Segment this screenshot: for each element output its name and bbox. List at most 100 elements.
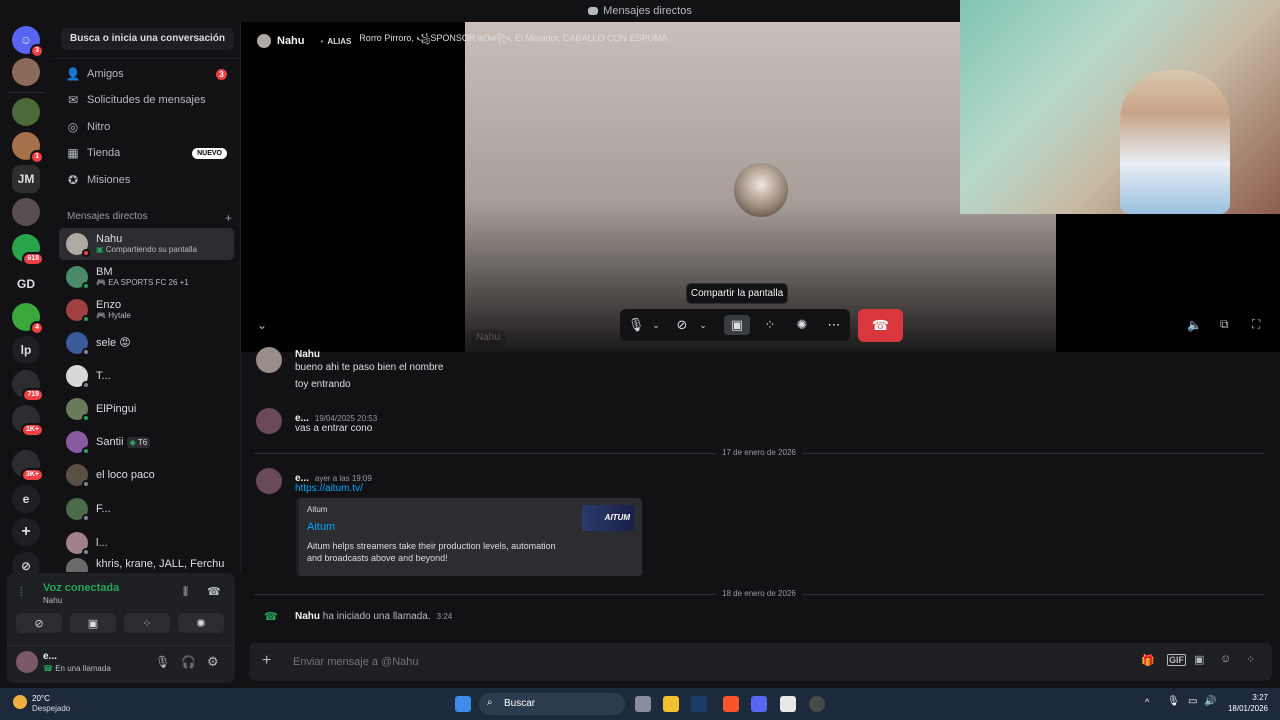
alias-list: Rorro Pirroro, ꧁SPONSOR w0w꧂, El Matador…: [359, 33, 668, 43]
nav-friends[interactable]: 👤 Amigos 3: [59, 61, 234, 87]
home-button[interactable]: ☺ 3: [12, 26, 44, 58]
obs-icon[interactable]: [809, 696, 825, 712]
soundboard-icon[interactable]: ✺: [792, 315, 812, 335]
server-icon[interactable]: 1: [12, 132, 44, 164]
server-folder-icon[interactable]: 618: [12, 234, 44, 266]
dm-item-f[interactable]: F...: [59, 493, 234, 525]
avatar: [66, 266, 90, 290]
noise-suppression-icon[interactable]: ⫼: [183, 586, 188, 599]
user-avatar[interactable]: [16, 651, 38, 673]
store-icon[interactable]: [780, 696, 796, 712]
dm-item-group[interactable]: khris, krane, JALL, Ferchu: [59, 558, 234, 572]
server-icon[interactable]: 4: [12, 303, 44, 335]
weather-moon-icon: [13, 695, 27, 709]
soundboard-button[interactable]: ✺: [178, 613, 224, 633]
clock-date[interactable]: 18/01/2026: [1222, 704, 1268, 713]
steam-icon[interactable]: [691, 696, 707, 712]
server-icon[interactable]: [12, 98, 40, 126]
screen-owner-label: Nahu: [471, 330, 505, 345]
embed-title[interactable]: Aitum: [307, 521, 335, 533]
clock-time[interactable]: 3:27: [1226, 693, 1268, 702]
gift-icon[interactable]: 🎁: [1141, 654, 1155, 667]
apps-icon[interactable]: ⁘: [1246, 653, 1255, 666]
camera-options-chevron-icon[interactable]: ⌄: [697, 315, 709, 335]
dm-item-t[interactable]: T...: [59, 360, 234, 392]
taskbar-search[interactable]: ⌕ Buscar: [479, 693, 625, 715]
avatar: [66, 558, 88, 572]
brave-icon[interactable]: [723, 696, 739, 712]
message-avatar[interactable]: [256, 347, 282, 373]
compass-icon: ⊘: [20, 559, 32, 573]
message-avatar[interactable]: [256, 468, 282, 494]
file-explorer-icon[interactable]: [663, 696, 679, 712]
dm-item-sele[interactable]: sele 😡: [59, 327, 234, 359]
message-avatar[interactable]: [256, 408, 282, 434]
game-controller-icon: 🎮: [96, 311, 109, 320]
nav-shop[interactable]: ▦ Tienda NUEVO: [59, 140, 234, 166]
activities-button[interactable]: ⁘: [124, 613, 170, 633]
server-icon-gd[interactable]: GD: [12, 270, 40, 298]
search-icon: ⌕: [487, 697, 493, 708]
call-log-user[interactable]: Nahu: [295, 611, 320, 622]
gif-icon[interactable]: GIF: [1167, 654, 1186, 666]
camera-off-icon[interactable]: ⊘: [672, 315, 692, 335]
dm-item-nahu[interactable]: Nahu ▣ Compartiendo su pantalla: [59, 228, 234, 260]
volume-icon[interactable]: 🔈: [1187, 318, 1202, 332]
server-folder-icon[interactable]: 3K+: [12, 450, 44, 482]
message-composer: + 🎁 GIF ▣ ☺ ⁘: [249, 643, 1272, 681]
collapse-chevron-icon[interactable]: ⌄: [257, 318, 267, 332]
nav-message-requests[interactable]: ✉ Solicitudes de mensajes: [59, 87, 234, 113]
dm-item-bm[interactable]: BM 🎮 EA SPORTS FC 26 +1: [59, 261, 234, 293]
add-attachment-icon[interactable]: +: [262, 652, 271, 670]
add-server-button[interactable]: +: [12, 518, 40, 546]
tray-chevron-icon[interactable]: ^: [1145, 697, 1149, 707]
dm-avatar-shortcut[interactable]: [12, 58, 40, 86]
tray-display-icon[interactable]: ▭: [1188, 696, 1197, 707]
server-icon-e[interactable]: e: [12, 485, 40, 513]
end-call-button[interactable]: ☎: [858, 309, 903, 342]
discord-taskbar-icon[interactable]: [751, 696, 767, 712]
tray-volume-icon[interactable]: 🔊: [1204, 696, 1216, 707]
windows-start-icon[interactable]: [455, 696, 471, 712]
voice-channel: Nahu: [43, 596, 63, 605]
nav-nitro[interactable]: ◎ Nitro: [59, 114, 234, 140]
dm-item-el-loco-paco[interactable]: el loco paco: [59, 459, 234, 491]
signal-icon: ⦙: [20, 585, 23, 599]
settings-gear-icon[interactable]: ⚙: [207, 654, 219, 670]
task-view-icon[interactable]: [635, 696, 651, 712]
server-folder-icon[interactable]: 719: [12, 370, 44, 402]
message-link[interactable]: https://aitum.tv/: [295, 483, 363, 494]
server-icon-jm[interactable]: JM: [12, 165, 40, 193]
sticker-icon[interactable]: ▣: [1194, 653, 1204, 666]
microphone-icon[interactable]: 🎙: [155, 655, 170, 669]
call-control-bar: 🎙 ⌄ ⊘ ⌄ ▣ ⁘ ✺ ⋯: [620, 309, 850, 341]
dm-item-l[interactable]: l...: [59, 527, 234, 559]
emoji-icon[interactable]: ☺: [1220, 653, 1231, 665]
mic-options-chevron-icon[interactable]: ⌄: [650, 315, 662, 335]
microphone-icon[interactable]: 🎙: [628, 315, 645, 335]
nav-quests[interactable]: ✪ Misiones: [59, 167, 234, 193]
search-conversation-button[interactable]: Busca o inicia una conversación: [61, 28, 234, 50]
share-screen-button[interactable]: ▣: [724, 315, 750, 335]
camera-toggle-button[interactable]: ⊘: [16, 613, 62, 633]
message-input[interactable]: [293, 651, 1093, 673]
disconnect-icon[interactable]: ☎: [207, 585, 221, 598]
weather-temp[interactable]: 20°C: [32, 694, 50, 703]
server-icon[interactable]: [12, 198, 40, 226]
add-dm-button[interactable]: +: [225, 211, 232, 225]
server-folder-icon[interactable]: 1K+: [12, 405, 44, 437]
share-screen-button[interactable]: ▣: [70, 613, 116, 633]
dm-item-enzo[interactable]: Enzo 🎮 Hytale: [59, 294, 234, 326]
more-options-icon[interactable]: ⋯: [824, 315, 844, 335]
message-author[interactable]: Nahu: [295, 349, 320, 357]
server-icon-lp[interactable]: lp: [12, 336, 40, 364]
friends-badge: 3: [216, 68, 227, 80]
dm-item-elpingui[interactable]: ElPingui: [59, 393, 234, 425]
fullscreen-icon[interactable]: ⛶: [1252, 317, 1260, 332]
embed-thumbnail[interactable]: AITUM: [582, 505, 634, 531]
tray-mic-icon[interactable]: 🎙: [1167, 696, 1180, 707]
pop-out-icon[interactable]: ⧉: [1220, 317, 1229, 332]
headphones-icon[interactable]: 🎧: [181, 655, 196, 669]
dm-item-santii[interactable]: Santii ◆ T6: [59, 426, 234, 458]
activities-icon[interactable]: ⁘: [760, 315, 780, 335]
